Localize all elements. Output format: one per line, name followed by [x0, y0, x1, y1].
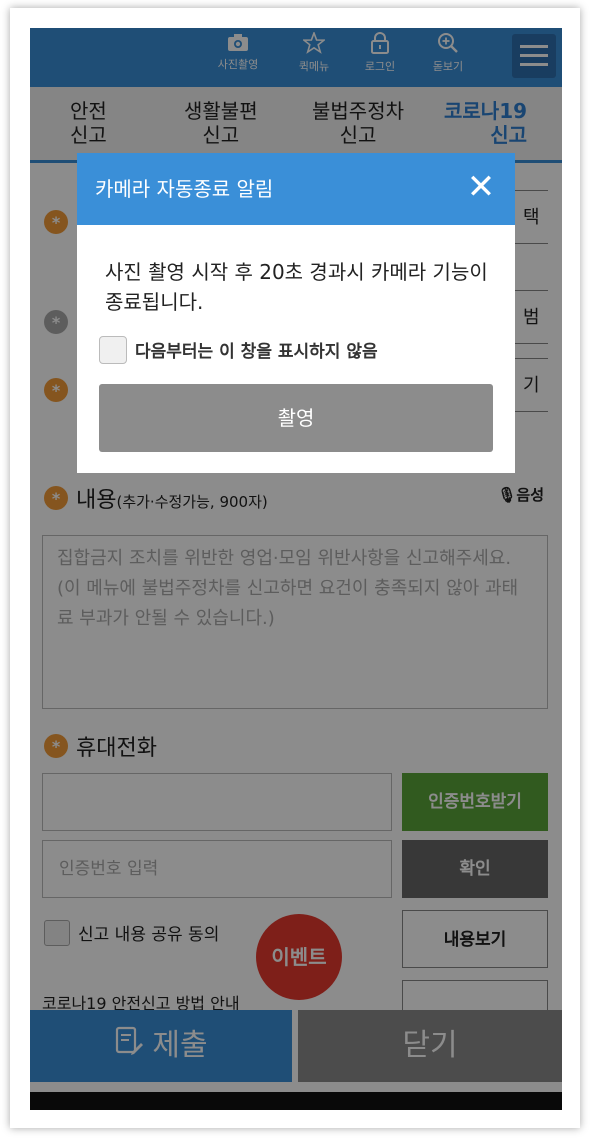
close-icon[interactable]: ✕ [461, 167, 501, 207]
dialog-title: 카메라 자동종료 알림 [77, 153, 515, 225]
dialog-message: 사진 촬영 시작 후 20초 경과시 카메라 기능이 종료됩니다. [105, 260, 488, 314]
camera-auto-close-dialog: 카메라 자동종료 알림 ✕ 사진 촬영 시작 후 20초 경과시 카메라 기능이… [77, 153, 515, 473]
capture-button[interactable]: 촬영 [99, 384, 493, 452]
dont-show-again-checkbox[interactable] [99, 336, 127, 364]
dont-show-again-label[interactable]: 다음부터는 이 창을 표시하지 않음 [135, 337, 378, 362]
app-screen: 사진촬영 퀵메뉴 로그인 돋보기 안전 신고 생활불편 신고 불법주정차 신고 … [30, 28, 562, 1110]
